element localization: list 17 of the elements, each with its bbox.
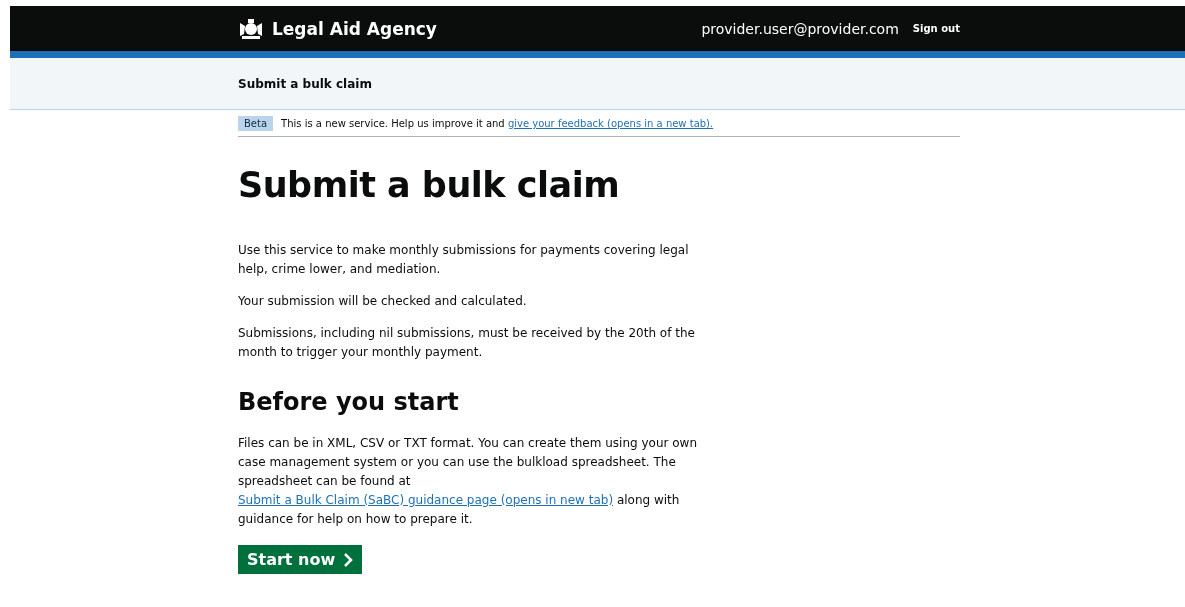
- sign-out-link[interactable]: Sign out: [912, 23, 960, 34]
- user-email: provider.user@provider.com: [701, 20, 899, 37]
- start-now-button[interactable]: Start now: [238, 545, 363, 574]
- section-heading: Before you start: [238, 388, 460, 416]
- logo-text[interactable]: Legal Aid Agency: [272, 18, 437, 39]
- phase-banner-text: This is a new service. Help us improve it and give your feedback (opens in a new tab).: [281, 118, 714, 129]
- feedback-link[interactable]: give your feedback (opens in a new tab).: [507, 118, 714, 129]
- intro-paragraph: Use this service to make monthly submissions for payments covering legal help, crime lower, and mediation.: [238, 242, 690, 278]
- phase-tag: Beta: [238, 116, 274, 131]
- service-title: Submit a bulk claim: [238, 76, 372, 91]
- page-heading: Submit a bulk claim: [238, 165, 621, 205]
- crest-icon: [238, 17, 264, 40]
- chevron-right-icon: [343, 552, 354, 567]
- intro-paragraph: Submissions, including nil submissions, must be received by the 20th of the month to trigger your monthly payment.: [238, 325, 696, 361]
- guidance-link[interactable]: Submit a Bulk Claim (SaBC) guidance page (opens in new tab): [238, 493, 614, 507]
- instructions-paragraph: Files can be in XML, CSV or TXT format. You can create them using your own case management system or you can use the bulkload spreadsheet. The spreadsheet can be found at Submit a Bulk Claim (SaBC) guidance page (opens in new tab) along with guidance for help on how to prepare it.: [238, 435, 698, 528]
- intro-paragraph: Your submission will be checked and calculated.: [238, 293, 528, 310]
